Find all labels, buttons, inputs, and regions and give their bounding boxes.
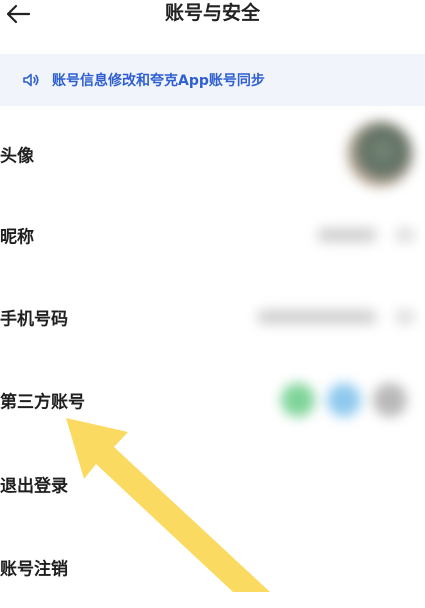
phone-value [257,310,377,324]
row-label: 昵称 [0,227,34,248]
row-label: 退出登录 [0,476,68,497]
info-banner: 账号信息修改和夸克App账号同步 [0,54,425,106]
third-party-icons [281,383,407,417]
top-bar: 账号与安全 [0,0,425,40]
account-icon [373,383,407,417]
banner-text: 账号信息修改和夸克App账号同步 [52,73,265,89]
row-label: 头像 [0,146,34,167]
row-delete-account[interactable]: 账号注销 [0,526,425,608]
nickname-value [317,228,377,242]
avatar[interactable] [347,121,413,187]
page-title: 账号与安全 [164,2,260,24]
row-label: 手机号码 [0,309,68,330]
row-logout[interactable]: 退出登录 [0,443,425,525]
qq-icon [327,383,361,417]
speaker-icon [22,71,40,89]
row-third-party[interactable]: 第三方账号 [0,359,425,441]
chevron-right-icon [395,228,415,242]
row-nickname[interactable]: 昵称 [0,194,425,276]
row-avatar[interactable]: 头像 [0,113,425,195]
wechat-icon [281,383,315,417]
row-phone[interactable]: 手机号码 [0,276,425,358]
row-label: 第三方账号 [0,392,85,413]
chevron-right-icon [395,310,415,324]
row-label: 账号注销 [0,559,68,580]
